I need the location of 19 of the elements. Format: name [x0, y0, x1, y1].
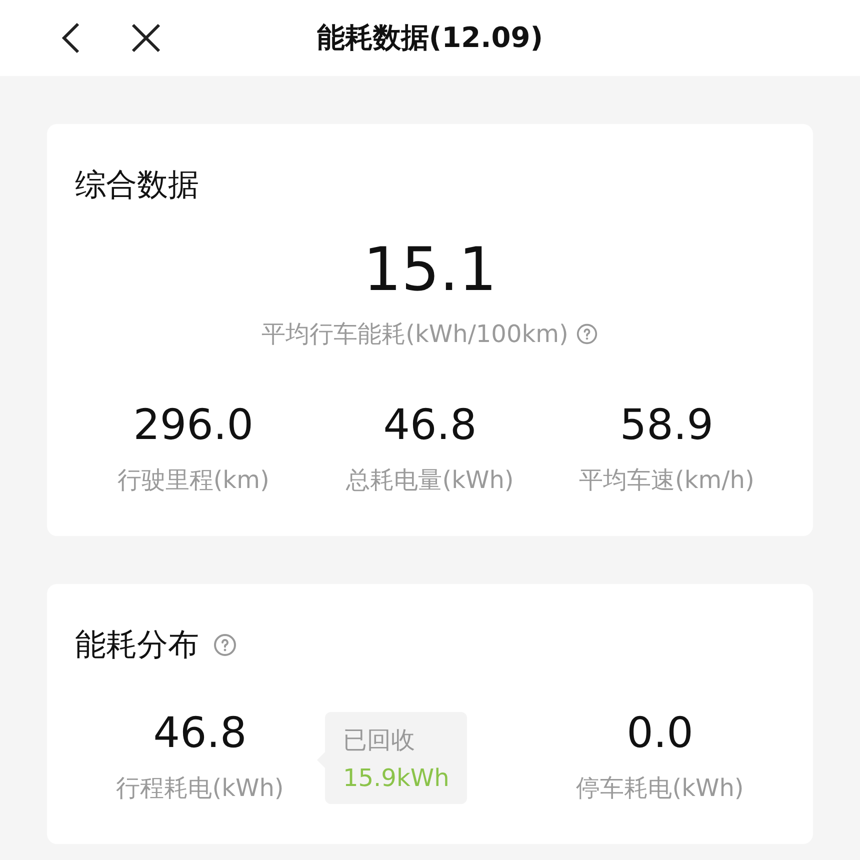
stat-label: 行程耗电(kWh) — [116, 773, 284, 804]
stat-value: 58.9 — [620, 404, 714, 446]
tooltip-value: 15.9kWh — [343, 764, 450, 792]
stat-value: 46.8 — [383, 404, 477, 446]
stat-value: 0.0 — [626, 712, 694, 754]
stat-label: 停车耗电(kWh) — [576, 773, 744, 804]
stat-label: 平均车速(km/h) — [579, 465, 754, 496]
stat-label: 总耗电量(kWh) — [346, 465, 514, 496]
tooltip-label: 已回收 — [343, 725, 416, 756]
stat-value: 15.1 — [363, 240, 497, 300]
stat-label: 平均行车能耗(kWh/100km) — [262, 319, 568, 350]
stat-value: 296.0 — [133, 404, 254, 446]
card-title: 综合数据 — [75, 166, 199, 205]
stat-value: 46.8 — [153, 712, 247, 754]
help-icon[interactable] — [213, 633, 237, 657]
help-icon[interactable] — [576, 323, 598, 345]
stat-label: 行驶里程(km) — [117, 465, 270, 496]
page-title: 能耗数据(12.09) — [316, 20, 544, 56]
card-title: 能耗分布 — [75, 626, 199, 665]
